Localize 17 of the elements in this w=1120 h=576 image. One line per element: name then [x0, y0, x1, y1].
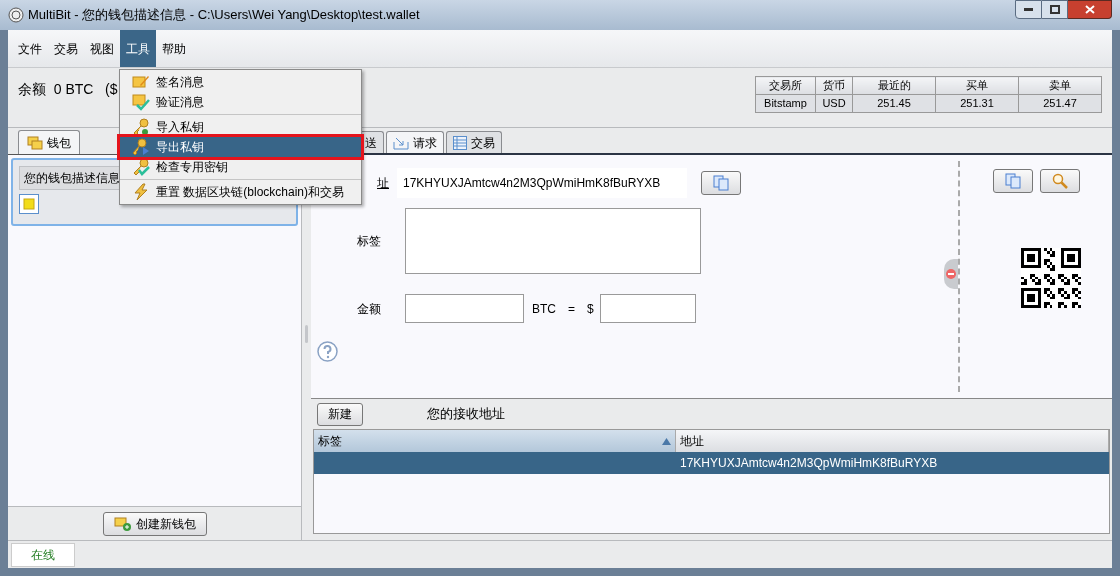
column-header: 卖单	[1018, 76, 1102, 95]
currency-text: BTC	[532, 300, 556, 318]
amount-label: 金额	[356, 300, 381, 318]
column-header: 买单	[935, 76, 1019, 95]
column-header: 货币	[815, 76, 853, 95]
table-cell-text: 17KHYUXJAmtcw4n2M3QpWmiHmK8fBuRYXB	[679, 455, 939, 472]
address-text: 17KHYUXJAmtcw4n2M3QpWmiHmK8fBuRYXB	[397, 168, 687, 198]
balance-text: 余额 0 BTC ($	[18, 80, 118, 99]
addresses-title: 您的接收地址	[427, 405, 505, 424]
address-label: 址	[376, 175, 389, 192]
column-header: 交易所	[755, 76, 816, 95]
column-header: 最近的	[852, 76, 936, 95]
status-text: 在线	[11, 542, 75, 567]
equals-sign: =	[568, 300, 575, 318]
window-title: MultiBit - 您的钱包描述信息 - C:\Users\Wei Yang\Desktop\test.wallet	[28, 6, 420, 25]
dollar-sign: $	[587, 300, 594, 318]
label-label: 标签	[356, 233, 381, 250]
